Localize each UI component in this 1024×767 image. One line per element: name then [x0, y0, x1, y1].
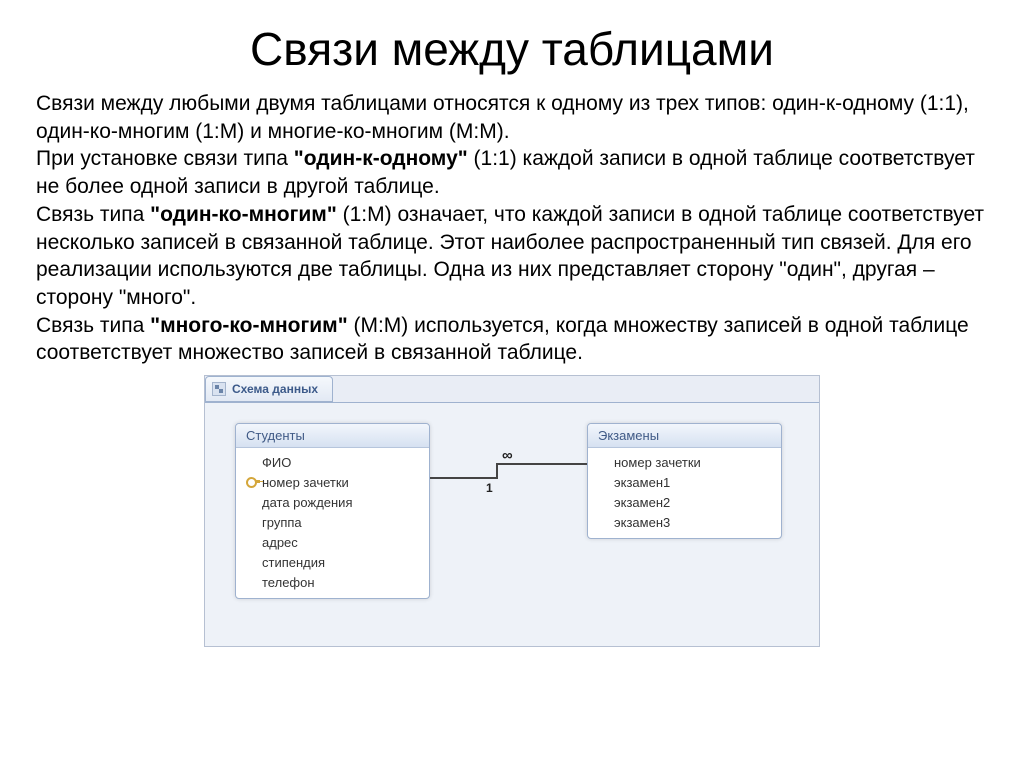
- table-students[interactable]: Студенты ФИО номер зачетки дата рождения гр…: [235, 423, 430, 599]
- tab-bar: Схема данных: [205, 376, 333, 402]
- relationships-canvas[interactable]: Студенты ФИО номер зачетки дата рождения гр…: [205, 402, 819, 646]
- slide-root: Связи между таблицами Связи между любыми…: [0, 0, 1024, 647]
- field-row[interactable]: экзамен1: [588, 472, 781, 492]
- field-label: группа: [262, 515, 302, 530]
- relationship-line[interactable]: 1 ∞: [430, 459, 587, 489]
- p3-pre: Связь типа: [36, 203, 150, 226]
- field-row[interactable]: телефон: [236, 572, 429, 592]
- field-row[interactable]: номер зачетки: [588, 452, 781, 472]
- field-label: экзамен2: [614, 495, 670, 510]
- field-label: экзамен1: [614, 475, 670, 490]
- field-row[interactable]: стипендия: [236, 552, 429, 572]
- p2-pre: При установке связи типа: [36, 147, 294, 170]
- relationships-window: Схема данных Студенты ФИО номер зачетки да…: [204, 375, 820, 647]
- field-row[interactable]: экзамен3: [588, 512, 781, 532]
- table-exams-fields: номер зачетки экзамен1 экзамен2 экзамен3: [588, 448, 781, 538]
- field-label: дата рождения: [262, 495, 353, 510]
- field-key-col: [244, 475, 262, 489]
- field-row[interactable]: экзамен2: [588, 492, 781, 512]
- tab-schema[interactable]: Схема данных: [205, 376, 333, 402]
- relation-left-label: 1: [486, 481, 493, 495]
- primary-key-icon: [246, 475, 260, 489]
- field-label: номер зачетки: [262, 475, 349, 490]
- diagram-wrap: Схема данных Студенты ФИО номер зачетки да…: [36, 375, 988, 647]
- p4-bold: "много-ко-многим": [150, 314, 348, 337]
- intro-text: Связи между любыми двумя таблицами относ…: [36, 92, 969, 143]
- p3-bold: "один-ко-многим": [150, 203, 337, 226]
- table-students-header: Студенты: [236, 424, 429, 448]
- field-row[interactable]: дата рождения: [236, 492, 429, 512]
- field-row[interactable]: номер зачетки: [236, 472, 429, 492]
- field-label: номер зачетки: [614, 455, 701, 470]
- field-label: ФИО: [262, 455, 291, 470]
- table-exams-header: Экзамены: [588, 424, 781, 448]
- field-row[interactable]: адрес: [236, 532, 429, 552]
- slide-title: Связи между таблицами: [36, 22, 988, 76]
- p4-pre: Связь типа: [36, 314, 150, 337]
- field-label: стипендия: [262, 555, 325, 570]
- field-label: экзамен3: [614, 515, 670, 530]
- tab-label: Схема данных: [232, 382, 318, 396]
- relation-right-label: ∞: [502, 447, 513, 464]
- field-label: адрес: [262, 535, 298, 550]
- relations-icon: [212, 382, 226, 396]
- field-label: телефон: [262, 575, 315, 590]
- p2-bold: "один-к-одному": [294, 147, 468, 170]
- body-text: Связи между любыми двумя таблицами относ…: [36, 90, 988, 367]
- field-row[interactable]: группа: [236, 512, 429, 532]
- table-exams[interactable]: Экзамены номер зачетки экзамен1 экзамен2 эк…: [587, 423, 782, 539]
- table-students-fields: ФИО номер зачетки дата рождения группа адрес…: [236, 448, 429, 598]
- field-row[interactable]: ФИО: [236, 452, 429, 472]
